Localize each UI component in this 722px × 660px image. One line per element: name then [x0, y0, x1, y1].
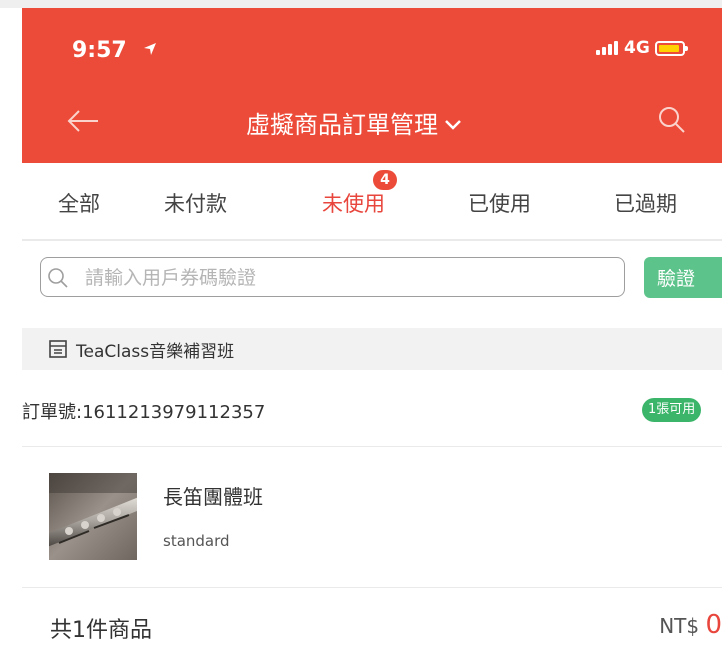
verify-button[interactable]: 驗證 — [644, 257, 722, 298]
order-number: 訂單號:1611213979112357 — [22, 402, 266, 423]
signal-icon — [596, 41, 618, 55]
coupon-code-input[interactable] — [83, 262, 617, 294]
store-icon — [48, 339, 68, 363]
shop-name: TeaClass音樂補習班 — [76, 342, 235, 362]
top-gap — [0, 0, 722, 8]
shop-header[interactable]: TeaClass音樂補習班 — [22, 328, 722, 370]
item-count: 共1件商品 — [50, 618, 152, 643]
location-arrow-icon — [143, 41, 157, 60]
network-type: 4G — [624, 38, 650, 58]
back-arrow-icon[interactable] — [66, 108, 100, 138]
page-title-dropdown[interactable]: 虛擬商品訂單管理 — [246, 105, 462, 140]
search-icon[interactable] — [658, 106, 686, 138]
tab-used[interactable]: 已使用 — [468, 188, 531, 218]
order-header[interactable]: 訂單號:1611213979112357 1張可用 — [22, 370, 722, 447]
status-badge: 1張可用 — [642, 398, 702, 422]
coupon-verify-bar: 驗證 — [22, 241, 722, 299]
tab-unpaid[interactable]: 未付款 — [164, 188, 227, 218]
chevron-down-icon — [444, 109, 462, 137]
order-status-tabs: 全部 未付款 未使用 已使用 已過期 — [22, 163, 722, 241]
product-name: 長笛團體班 — [163, 485, 263, 509]
currency-label: NT$ — [659, 614, 700, 638]
product-variant: standard — [163, 532, 230, 550]
battery-icon — [655, 41, 688, 56]
order-total: NT$ 0 — [659, 610, 722, 640]
tab-expired[interactable]: 已過期 — [614, 188, 677, 218]
page-title: 虛擬商品訂單管理 — [246, 111, 438, 139]
coupon-code-field — [40, 257, 625, 297]
unused-count-badge: 4 — [373, 170, 397, 190]
app-header: 9:57 4G 虛擬商品訂單管理 — [22, 8, 722, 163]
search-icon — [47, 267, 69, 293]
order-item[interactable]: 長笛團體班 standard — [22, 447, 722, 588]
tab-all[interactable]: 全部 — [58, 188, 100, 218]
tab-unused[interactable]: 未使用 — [322, 188, 385, 218]
status-time: 9:57 — [72, 38, 127, 63]
product-thumbnail — [49, 473, 137, 560]
total-amount: 0 — [705, 610, 722, 640]
order-summary: 共1件商品 NT$ 0 — [22, 588, 722, 660]
